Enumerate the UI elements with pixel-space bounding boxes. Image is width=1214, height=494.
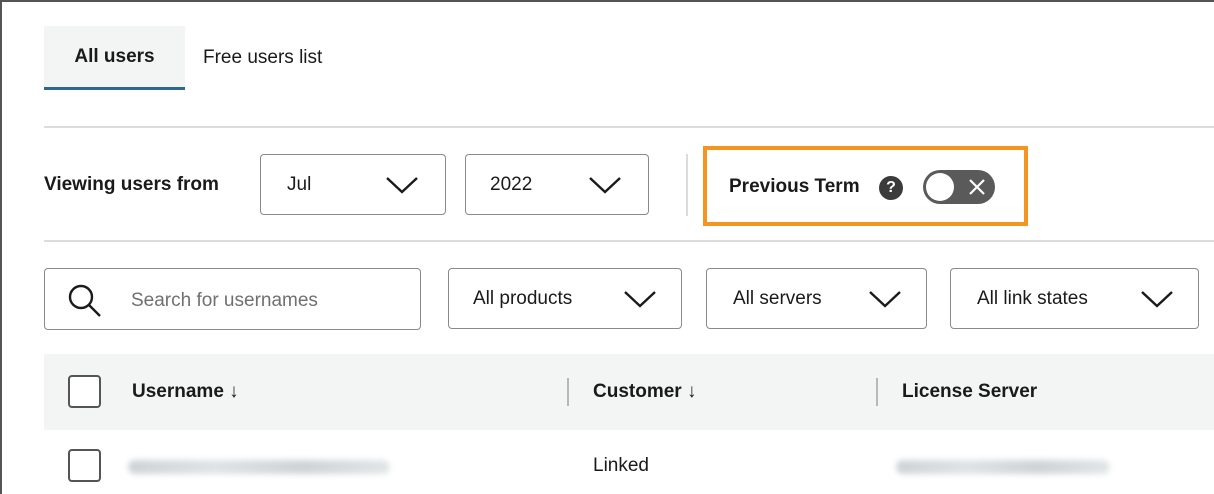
servers-dropdown-value: All servers: [733, 287, 822, 309]
products-dropdown-value: All products: [473, 287, 573, 309]
search-placeholder: Search for usernames: [131, 290, 318, 311]
tab-bar: All users Free users list: [44, 26, 322, 92]
search-input[interactable]: Search for usernames: [44, 268, 421, 330]
filter-separator: [686, 154, 688, 216]
chevron-down-icon: [1141, 290, 1173, 308]
chevron-down-icon: [624, 290, 656, 308]
month-select[interactable]: Jul: [260, 154, 446, 215]
previous-term-toggle[interactable]: [923, 170, 995, 204]
servers-dropdown[interactable]: All servers: [706, 268, 927, 329]
redacted-username: [128, 460, 390, 474]
column-header-username[interactable]: Username ↓: [132, 381, 239, 403]
tab-free-users-list[interactable]: Free users list: [203, 26, 322, 90]
chevron-down-icon: [386, 176, 418, 194]
users-table-header: Username ↓ Customer ↓ License Server: [44, 354, 1214, 430]
column-separator: [876, 378, 878, 406]
filters-divider: [44, 240, 1214, 242]
tab-all-users-label: All users: [74, 45, 155, 67]
row-checkbox[interactable]: [68, 449, 101, 482]
chevron-down-icon: [869, 290, 901, 308]
redacted-license-server: [896, 460, 1110, 474]
tab-free-users-list-label: Free users list: [203, 47, 323, 68]
help-icon[interactable]: ?: [879, 176, 903, 200]
link-states-dropdown-value: All link states: [977, 287, 1088, 309]
close-icon: [969, 179, 985, 195]
previous-term-label: Previous Term: [729, 176, 860, 197]
chevron-down-icon: [589, 176, 621, 194]
column-header-license-server[interactable]: License Server: [902, 381, 1037, 403]
link-states-dropdown[interactable]: All link states: [950, 268, 1199, 329]
year-select[interactable]: 2022: [465, 154, 649, 215]
help-icon-glyph: ?: [886, 179, 896, 196]
viewing-users-from-label: Viewing users from: [44, 174, 219, 195]
month-select-value: Jul: [287, 173, 312, 195]
column-separator: [567, 378, 569, 406]
tab-all-users[interactable]: All users: [44, 26, 185, 90]
tabs-divider: [44, 126, 1214, 128]
row-customer-status: Linked: [593, 455, 649, 476]
select-all-checkbox[interactable]: [68, 375, 101, 408]
column-header-customer[interactable]: Customer ↓: [593, 381, 696, 403]
search-icon: [68, 284, 101, 317]
toggle-knob: [926, 173, 954, 201]
year-select-value: 2022: [490, 173, 533, 195]
previous-term-highlight: Previous Term ?: [703, 146, 1028, 226]
table-row[interactable]: Linked: [44, 430, 1214, 494]
products-dropdown[interactable]: All products: [448, 268, 682, 329]
user-management-panel: All users Free users list Viewing users …: [0, 0, 1214, 494]
